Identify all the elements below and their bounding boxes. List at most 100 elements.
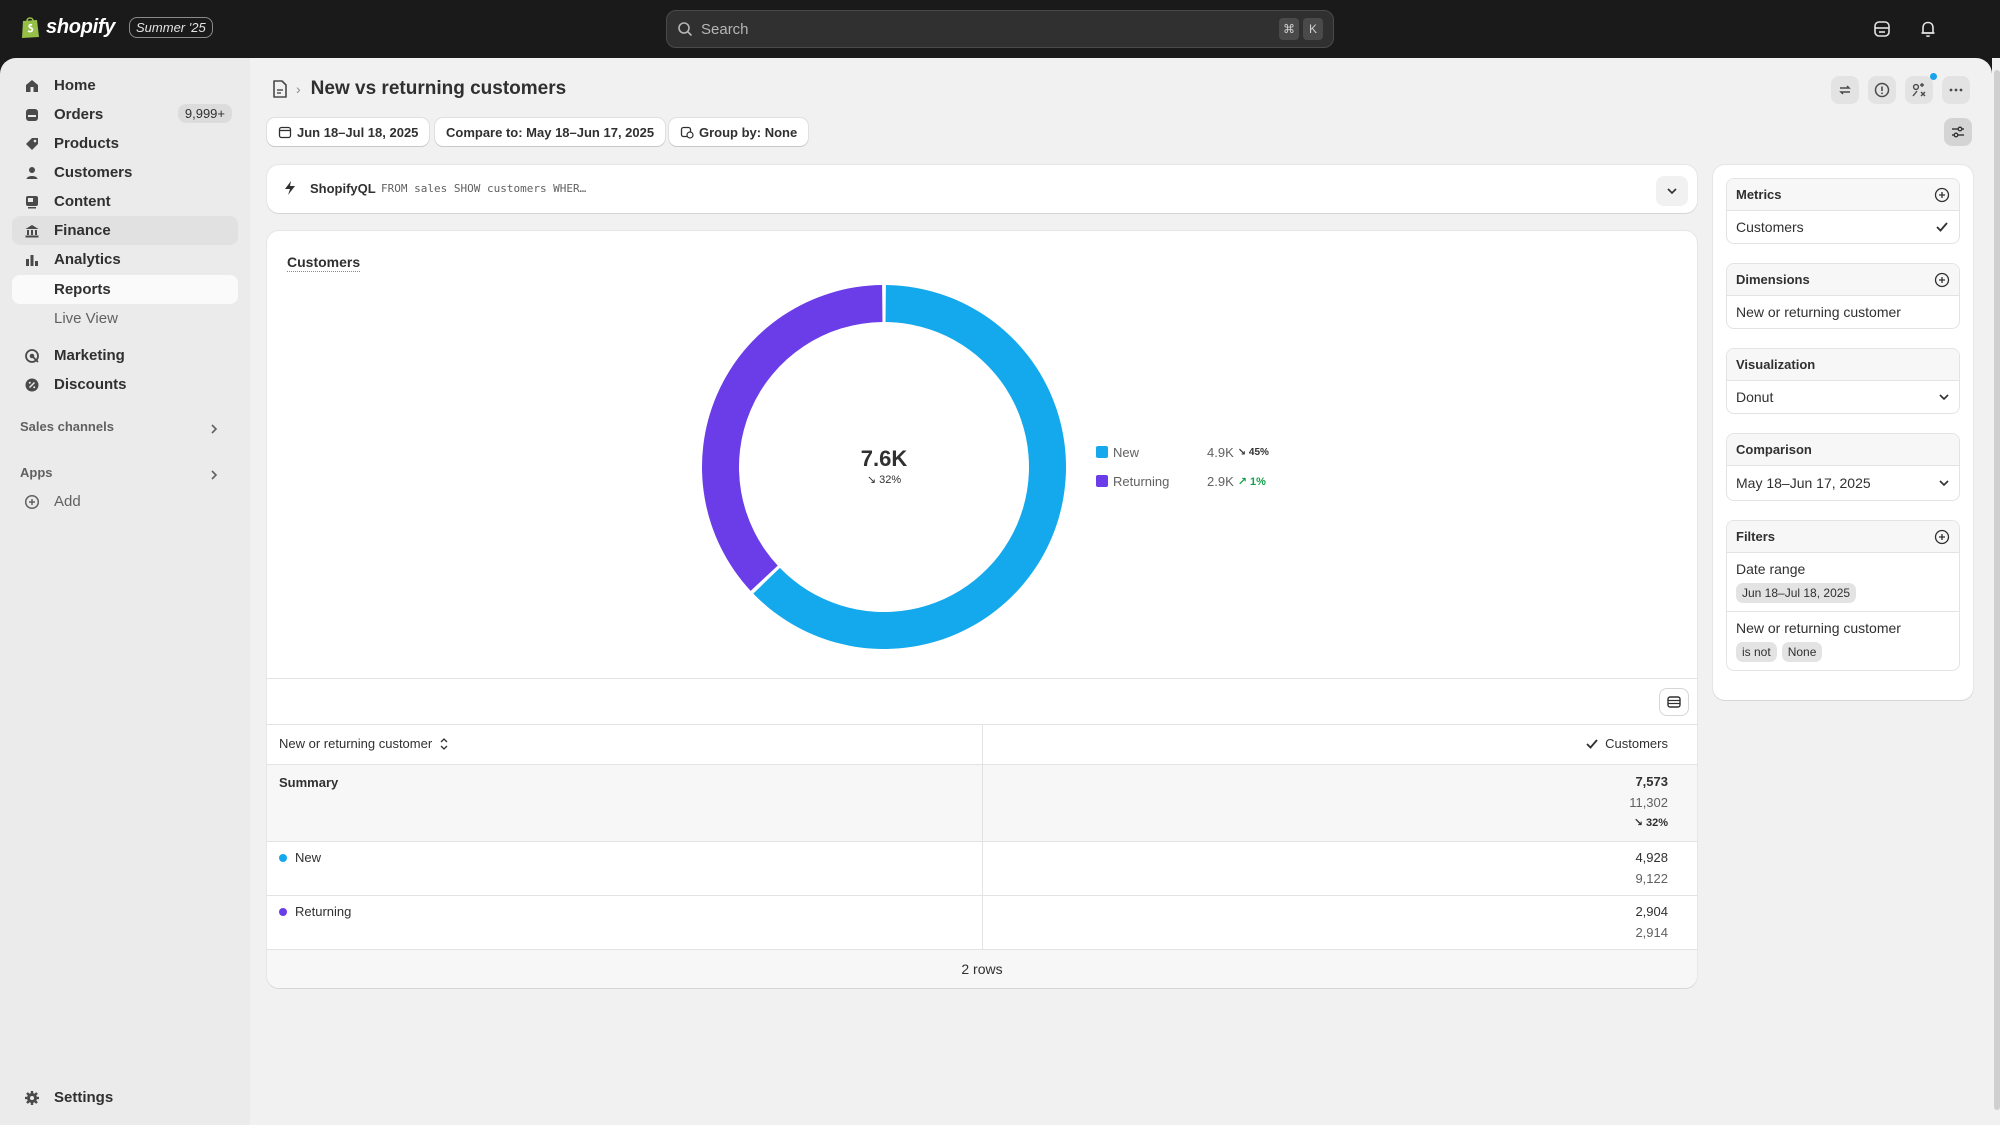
- sidebar-item-orders[interactable]: Orders 9,999+: [12, 100, 238, 129]
- series-dot: [279, 907, 287, 916]
- legend-change-value: 1%: [1250, 475, 1266, 488]
- date-range-button[interactable]: Jun 18–Jul 18, 2025: [267, 118, 430, 146]
- search-input[interactable]: Search: [701, 21, 1275, 38]
- legend-item-returning[interactable]: Returning 2.9K ↗ 1%: [1096, 472, 1266, 490]
- filters-header: Filters: [1727, 521, 1959, 553]
- filter-label: New or returning customer: [1736, 620, 1901, 636]
- comparison-value: May 18–Jun 17, 2025: [1736, 475, 1871, 491]
- sidebar-item-analytics[interactable]: Analytics: [12, 245, 238, 274]
- comparison-section: Comparison May 18–Jun 17, 2025: [1726, 433, 1960, 501]
- shortcut-key-cmd: ⌘: [1279, 18, 1299, 40]
- sidebar-item-home[interactable]: Home: [12, 71, 238, 100]
- comparison-select[interactable]: May 18–Jun 17, 2025: [1727, 466, 1959, 500]
- filter-operator-chip[interactable]: is not: [1736, 642, 1777, 662]
- sidebar-item-label: Customers: [54, 164, 133, 181]
- sidebar-item-products[interactable]: Products: [12, 129, 238, 158]
- visualization-select[interactable]: Donut: [1727, 381, 1959, 413]
- dimensions-header: Dimensions: [1727, 264, 1959, 296]
- store-icon[interactable]: [1872, 19, 1892, 39]
- visualization-value: Donut: [1736, 389, 1774, 405]
- dimension-item[interactable]: New or returning customer: [1727, 296, 1959, 328]
- sidebar-item-label: Orders: [54, 106, 104, 123]
- compare-button[interactable]: Compare to: May 18–Jun 17, 2025: [435, 118, 666, 146]
- sidekick-icon: [1912, 83, 1926, 97]
- report-file-icon[interactable]: [272, 80, 288, 98]
- more-actions-button[interactable]: [1942, 76, 1970, 104]
- apps-label[interactable]: Apps: [20, 465, 53, 480]
- metric-item[interactable]: Customers: [1727, 211, 1959, 243]
- donut-slice-returning[interactable]: [702, 285, 883, 591]
- panel-toggle-button[interactable]: [1944, 118, 1972, 146]
- sidebar-item-discounts[interactable]: Discounts: [12, 370, 238, 399]
- sidebar-item-reports[interactable]: Reports: [12, 275, 238, 304]
- add-metric-icon[interactable]: [1934, 187, 1950, 203]
- visualization-title: Visualization: [1736, 357, 1816, 372]
- column-divider: [982, 725, 983, 950]
- group-by-label: Group by: None: [699, 124, 798, 140]
- shopify-logo[interactable]: shopify Summer '25: [20, 15, 213, 39]
- bell-icon[interactable]: [1918, 19, 1938, 39]
- shopifyql-label: ShopifyQL: [310, 181, 376, 196]
- sidebar-item-settings[interactable]: Settings: [12, 1083, 238, 1112]
- column-header-dimension[interactable]: New or returning customer: [279, 736, 450, 751]
- query-preview[interactable]: FROM sales SHOW customers WHER…: [381, 182, 586, 195]
- calendar-icon: [278, 126, 292, 139]
- sidebar-item-label: Live View: [54, 310, 118, 327]
- sidebar-item-content[interactable]: Content: [12, 187, 238, 216]
- sidebar-item-marketing[interactable]: Marketing: [12, 341, 238, 370]
- group-by-button[interactable]: Group by: None: [669, 118, 809, 146]
- column-header-label: New or returning customer: [279, 736, 433, 751]
- refresh-button[interactable]: [1831, 76, 1859, 104]
- brand-name: shopify: [46, 15, 116, 38]
- chart-title[interactable]: Customers: [287, 254, 361, 272]
- tag-icon: [26, 137, 38, 150]
- sidebar-item-label: Reports: [54, 281, 111, 298]
- sidebar-item-finance[interactable]: Finance: [12, 216, 238, 245]
- filter-customer-type[interactable]: New or returning customer is not None: [1727, 612, 1959, 670]
- shortcut-key-k: K: [1303, 18, 1323, 40]
- search-bar[interactable]: Search ⌘ K: [666, 10, 1334, 48]
- filter-label: Date range: [1736, 561, 1806, 577]
- column-header-customers[interactable]: Customers: [1585, 736, 1668, 751]
- chevron-right-icon[interactable]: [208, 423, 220, 435]
- filter-value-chip[interactable]: Jun 18–Jul 18, 2025: [1736, 583, 1857, 603]
- summary-label: Summary: [279, 775, 339, 790]
- row-previous: 9,122: [1635, 871, 1668, 886]
- series-dot: [279, 853, 287, 862]
- filters-title: Filters: [1736, 529, 1776, 544]
- date-range-label: Jun 18–Jul 18, 2025: [297, 124, 419, 140]
- sidekick-button[interactable]: [1905, 76, 1933, 104]
- scrollbar-thumb[interactable]: [1994, 70, 2000, 1110]
- summary-previous: 11,302: [1629, 795, 1668, 810]
- sidebar-item-label: Add: [54, 493, 81, 510]
- legend-value: 4.9K: [1207, 444, 1234, 460]
- metrics-header: Metrics: [1727, 179, 1959, 211]
- legend-swatch: [1096, 475, 1108, 487]
- visualization-section: Visualization Donut: [1726, 348, 1960, 414]
- sidebar-item-label: Products: [54, 135, 120, 152]
- chevron-down-icon: [1939, 480, 1949, 487]
- sidebar-item-label: Analytics: [54, 251, 121, 268]
- add-filter-icon[interactable]: [1934, 529, 1950, 545]
- info-button[interactable]: [1868, 76, 1896, 104]
- search-icon: [678, 22, 693, 37]
- table-icon: [1667, 696, 1681, 708]
- sidebar-item-live-view[interactable]: Live View: [12, 304, 238, 333]
- sidebar-item-add-app[interactable]: Add: [12, 487, 238, 516]
- sidebar-item-customers[interactable]: Customers: [12, 158, 238, 187]
- sidebar-item-label: Content: [54, 193, 111, 210]
- add-dimension-icon[interactable]: [1934, 272, 1950, 288]
- table-view-button[interactable]: [1659, 688, 1689, 716]
- arrow-down-right-icon: ↘: [866, 474, 877, 486]
- sync-icon: [1839, 85, 1851, 95]
- edition-badge[interactable]: Summer '25: [129, 16, 213, 38]
- legend-item-new[interactable]: New 4.9K ↘ 45%: [1096, 443, 1269, 461]
- dimension-label: New or returning customer: [1736, 304, 1901, 320]
- expand-query-button[interactable]: [1656, 176, 1688, 206]
- chevron-right-icon[interactable]: [208, 469, 220, 481]
- sales-channels-label[interactable]: Sales channels: [20, 419, 114, 434]
- checkmark-icon: [1586, 738, 1598, 749]
- metrics-title: Metrics: [1736, 187, 1782, 202]
- filter-value-chip[interactable]: None: [1781, 642, 1823, 662]
- filter-date-range[interactable]: Date range Jun 18–Jul 18, 2025: [1727, 553, 1959, 612]
